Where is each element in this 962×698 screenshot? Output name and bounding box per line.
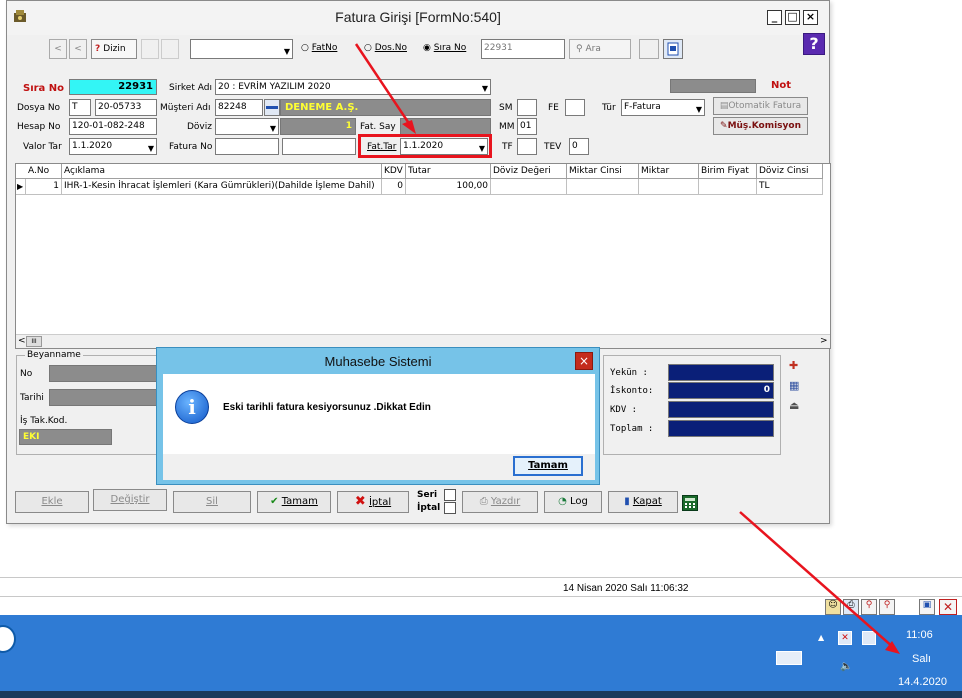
arrow-head-fat-tar <box>402 120 416 134</box>
arrow-to-clock <box>739 511 895 649</box>
annotation-arrows <box>354 43 900 654</box>
arrow-to-fat-tar <box>354 43 414 129</box>
